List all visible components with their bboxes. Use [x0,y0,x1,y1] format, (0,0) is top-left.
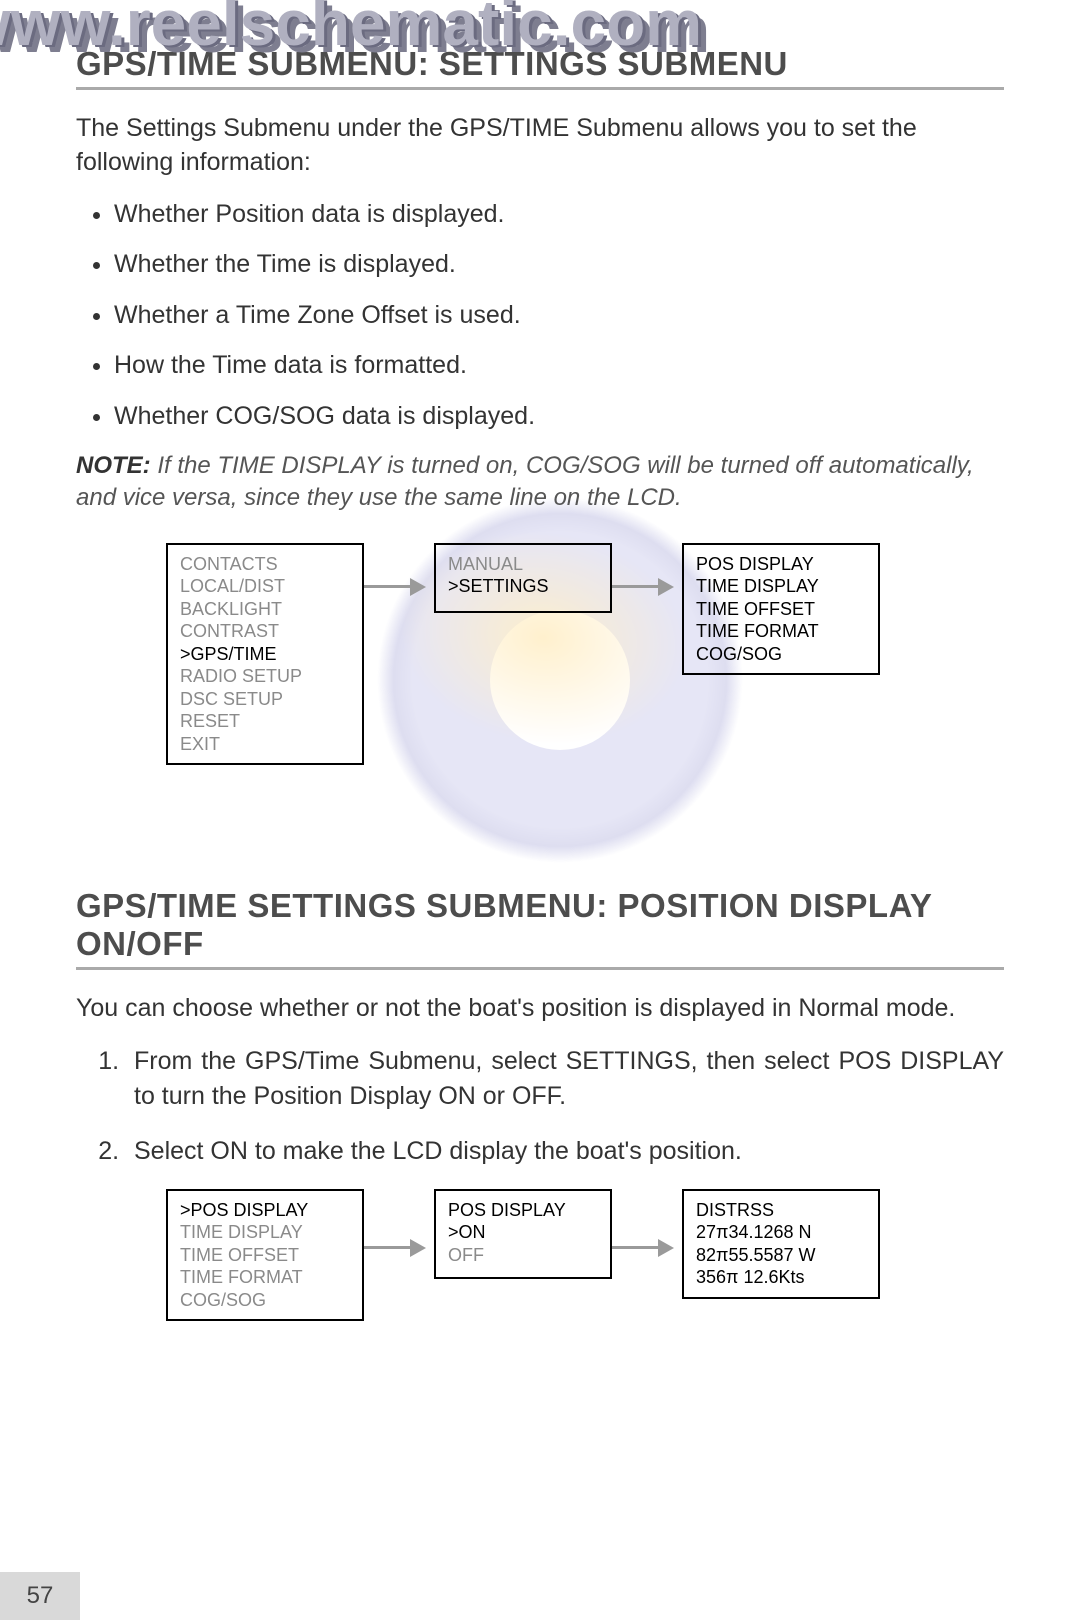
bullet-item: Whether COG/SOG data is displayed. [114,400,1004,433]
arrow-icon [364,578,426,596]
site-watermark: www.reelschematic.com www.reelschematic.… [0,0,705,62]
arrow-icon [612,1239,674,1257]
menu2-box-a: >POS DISPLAY TIME DISPLAY TIME OFFSET TI… [166,1189,364,1322]
arrow-icon [364,1239,426,1257]
steps-list: From the GPS/Time Submenu, select SETTIN… [104,1044,1004,1169]
note-paragraph: NOTE: If the TIME DISPLAY is turned on, … [76,450,1004,515]
menu-box-a: CONTACTS LOCAL/DIST BACKLIGHT CONTRAST >… [166,543,364,766]
bullet-item: Whether the Time is displayed. [114,248,1004,281]
note-label: NOTE: [76,452,151,479]
intro-paragraph-2: You can choose whether or not the boat's… [76,992,1004,1026]
menu2-box-b: POS DISPLAY >ON OFF [434,1189,612,1279]
arrow-icon [612,578,674,596]
menu-box-b: MANUAL >SETTINGS [434,543,612,613]
menu-box-c: POS DISPLAY TIME DISPLAY TIME OFFSET TIM… [682,543,880,676]
section-heading-2: GPS/TIME SETTINGS SUBMENU: POSITION DISP… [76,887,1004,970]
step-item: From the GPS/Time Submenu, select SETTIN… [126,1044,1004,1114]
step-item: Select ON to make the LCD display the bo… [126,1134,1004,1169]
menu-diagram-2: >POS DISPLAY TIME DISPLAY TIME OFFSET TI… [166,1189,1004,1349]
bullet-item: How the Time data is formatted. [114,349,1004,382]
bullet-item: Whether Position data is displayed. [114,198,1004,231]
bullet-item: Whether a Time Zone Offset is used. [114,299,1004,332]
intro-paragraph-1: The Settings Submenu under the GPS/TIME … [76,112,1004,180]
bullet-list: Whether Position data is displayed. Whet… [114,198,1004,433]
page-number: 57 [0,1572,80,1620]
note-body: If the TIME DISPLAY is turned on, COG/SO… [76,452,974,511]
menu-diagram-1: CONTACTS LOCAL/DIST BACKLIGHT CONTRAST >… [166,543,1004,823]
menu2-box-c: DISTRSS 27π34.1268 N 82π55.5587 W 356π 1… [682,1189,880,1299]
